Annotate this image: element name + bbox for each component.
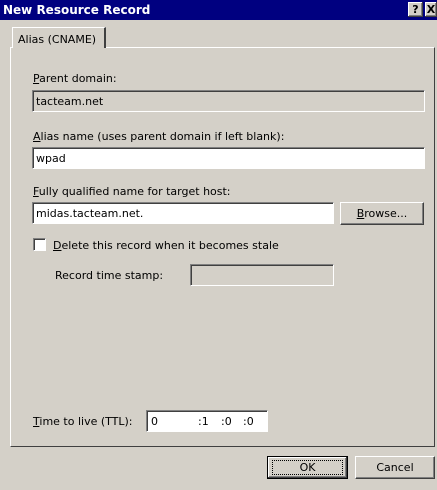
tab-label: Alias (CNAME) bbox=[18, 33, 97, 46]
parent-domain-label: Parent domain: bbox=[33, 72, 117, 85]
help-button[interactable]: ? bbox=[408, 2, 423, 17]
ttl-minutes[interactable]: :0 bbox=[221, 415, 232, 428]
ttl-label: Time to live (TTL): bbox=[33, 415, 133, 428]
ttl-days[interactable]: 0 bbox=[151, 415, 158, 428]
parent-domain-field: tacteam.net bbox=[32, 90, 425, 112]
title-bar: New Resource Record ? X bbox=[0, 0, 437, 20]
record-timestamp-field bbox=[190, 264, 334, 286]
new-resource-record-dialog: New Resource Record ? X Alias (CNAME) Pa… bbox=[0, 0, 437, 490]
ttl-seconds[interactable]: :0 bbox=[243, 415, 254, 428]
help-icon: ? bbox=[412, 3, 419, 16]
ttl-input[interactable]: 0 :1 :0 :0 bbox=[146, 410, 268, 432]
browse-button[interactable]: Browse... bbox=[340, 202, 424, 225]
cancel-button[interactable]: Cancel bbox=[355, 456, 435, 479]
ttl-hours[interactable]: :1 bbox=[198, 415, 209, 428]
close-button[interactable]: X bbox=[425, 2, 437, 17]
tab-alias-cname[interactable]: Alias (CNAME) bbox=[12, 27, 106, 48]
close-icon: X bbox=[426, 3, 436, 16]
alias-name-input[interactable]: wpad bbox=[32, 147, 425, 169]
ok-button[interactable]: OK bbox=[267, 456, 348, 479]
delete-stale-checkbox[interactable] bbox=[33, 238, 46, 251]
delete-stale-label[interactable]: Delete this record when it becomes stale bbox=[53, 239, 279, 252]
dialog-title: New Resource Record bbox=[3, 3, 151, 17]
target-host-input[interactable]: midas.tacteam.net. bbox=[32, 202, 334, 224]
record-timestamp-label: Record time stamp: bbox=[55, 269, 164, 282]
target-host-label: Fully qualified name for target host: bbox=[33, 185, 231, 198]
alias-name-label: Alias name (uses parent domain if left b… bbox=[33, 130, 285, 143]
